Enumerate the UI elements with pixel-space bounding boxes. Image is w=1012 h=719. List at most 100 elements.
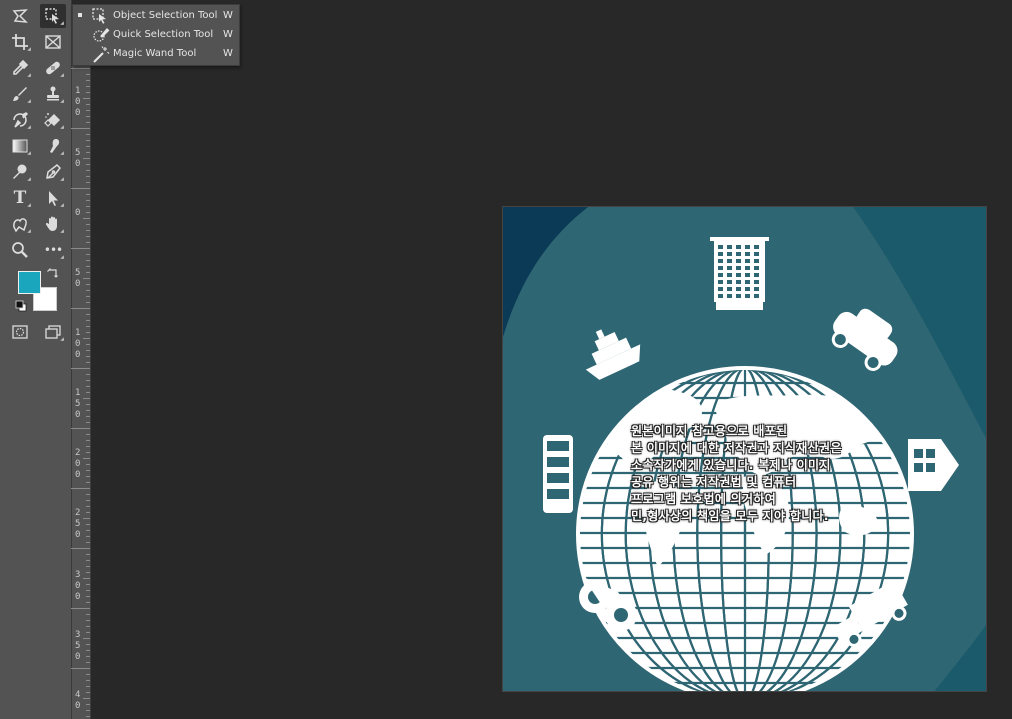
ruler-tick <box>86 686 90 687</box>
pen-tool[interactable] <box>40 160 66 184</box>
ruler-tick <box>86 572 90 573</box>
ruler-tick <box>71 128 90 129</box>
ruler-tick <box>86 602 90 603</box>
object-selection-tool[interactable] <box>40 4 66 28</box>
shortcut-key: W <box>223 29 233 40</box>
screen-mode-button[interactable] <box>40 320 66 344</box>
ruler-tick <box>71 68 90 69</box>
document-canvas[interactable]: 원본이미지 참고용으로 배포된 본 이미지에 대한 저작권과 지식재산권은 소속… <box>502 206 987 692</box>
ruler-tick <box>86 680 90 681</box>
menu-item-magic-wand[interactable]: Magic Wand Tool W <box>73 45 239 64</box>
ruler-label: 5 0 <box>75 268 81 289</box>
ruler-label: 2 5 0 <box>75 508 81 540</box>
ruler-tick <box>86 710 90 711</box>
ruler-tick <box>86 422 90 423</box>
ruler-tick <box>83 698 90 699</box>
type-tool[interactable]: T <box>7 186 33 210</box>
gradient-tool[interactable] <box>7 134 33 158</box>
ruler-tick <box>86 524 90 525</box>
ruler-tick <box>86 326 90 327</box>
ruler-tick <box>86 476 90 477</box>
ruler-tick <box>86 464 90 465</box>
brush-tool[interactable] <box>7 82 33 106</box>
ruler-tick <box>71 608 90 609</box>
frame-tool[interactable] <box>40 30 66 54</box>
ruler-tick <box>71 488 90 489</box>
dodge-tool[interactable] <box>7 160 33 184</box>
ruler-tick <box>86 344 90 345</box>
history-brush-tool[interactable] <box>7 108 33 132</box>
selected-bullet-icon <box>78 13 82 17</box>
eyedropper-tool[interactable] <box>7 56 33 80</box>
ruler-label: 4 0 <box>75 690 81 711</box>
ruler-tick <box>86 644 90 645</box>
ruler-tick <box>83 338 90 339</box>
hand-tool[interactable] <box>40 212 66 236</box>
ruler-tick <box>83 218 90 219</box>
ruler-tick <box>71 308 90 309</box>
ruler-tick <box>86 140 90 141</box>
crop-tool[interactable] <box>7 30 33 54</box>
ruler-tick <box>86 656 90 657</box>
object-selection-icon <box>92 8 106 24</box>
ruler-tick <box>86 170 90 171</box>
ruler-tick <box>86 614 90 615</box>
ruler-tick <box>86 182 90 183</box>
ruler-tick <box>86 194 90 195</box>
ruler-tick <box>86 590 90 591</box>
ruler-tick <box>83 98 90 99</box>
zoom-tool[interactable] <box>7 238 33 262</box>
ruler-label: 1 5 0 <box>75 388 81 420</box>
ruler-tick <box>86 86 90 87</box>
default-colors-button[interactable] <box>14 299 28 313</box>
ruler-tick <box>86 410 90 411</box>
lasso-tool[interactable] <box>7 4 33 28</box>
ruler-tick <box>86 500 90 501</box>
ruler-tick <box>86 446 90 447</box>
eraser-tool[interactable] <box>40 108 66 132</box>
more-tools[interactable]: ••• <box>40 238 66 262</box>
ruler-tick <box>86 416 90 417</box>
default-colors-icon <box>15 300 27 312</box>
ruler-tick <box>86 530 90 531</box>
menu-item-label: Object Selection Tool <box>113 10 218 21</box>
ruler-tick <box>86 674 90 675</box>
magnifier-icon <box>12 242 28 258</box>
ruler-tick <box>86 302 90 303</box>
quick-selection-icon <box>93 28 110 42</box>
ruler-tick <box>86 716 90 717</box>
tools-panel: T ••• <box>0 0 72 719</box>
ruler-tick <box>83 458 90 459</box>
ruler-tick <box>86 566 90 567</box>
ruler-label: 0 <box>75 208 81 218</box>
ruler-tick <box>86 296 90 297</box>
swap-colors-button[interactable] <box>46 266 60 280</box>
frame-icon <box>45 35 61 49</box>
selection-tools-flyout: Object Selection Tool W Quick Selection … <box>72 4 240 66</box>
ruler-tick <box>86 452 90 453</box>
clone-stamp-tool[interactable] <box>40 82 66 106</box>
quick-mask-icon <box>12 325 28 339</box>
ruler-tick <box>86 92 90 93</box>
menu-item-label: Magic Wand Tool <box>113 48 197 59</box>
ruler-tick <box>86 152 90 153</box>
ruler-tick <box>83 278 90 279</box>
ruler-tick <box>86 482 90 483</box>
foreground-color-swatch[interactable] <box>18 271 41 294</box>
menu-item-quick-selection[interactable]: Quick Selection Tool W <box>73 26 239 45</box>
ruler-tick <box>86 434 90 435</box>
ruler-tick <box>86 266 90 267</box>
watermark-line: 본 이미지에 대한 저작권과 지식재산권은 <box>631 441 842 455</box>
spot-healing-tool[interactable] <box>40 56 66 80</box>
ruler-tick <box>86 122 90 123</box>
custom-shape-tool[interactable] <box>7 212 33 236</box>
ruler-tick <box>86 704 90 705</box>
path-selection-tool[interactable] <box>40 186 66 210</box>
smudge-tool[interactable] <box>40 134 66 158</box>
ruler-tick <box>86 512 90 513</box>
quick-mask-button[interactable] <box>7 320 33 344</box>
ruler-tick <box>86 116 90 117</box>
ruler-tick <box>83 518 90 519</box>
menu-item-object-selection[interactable]: Object Selection Tool W <box>73 7 239 26</box>
ruler-tick <box>86 470 90 471</box>
